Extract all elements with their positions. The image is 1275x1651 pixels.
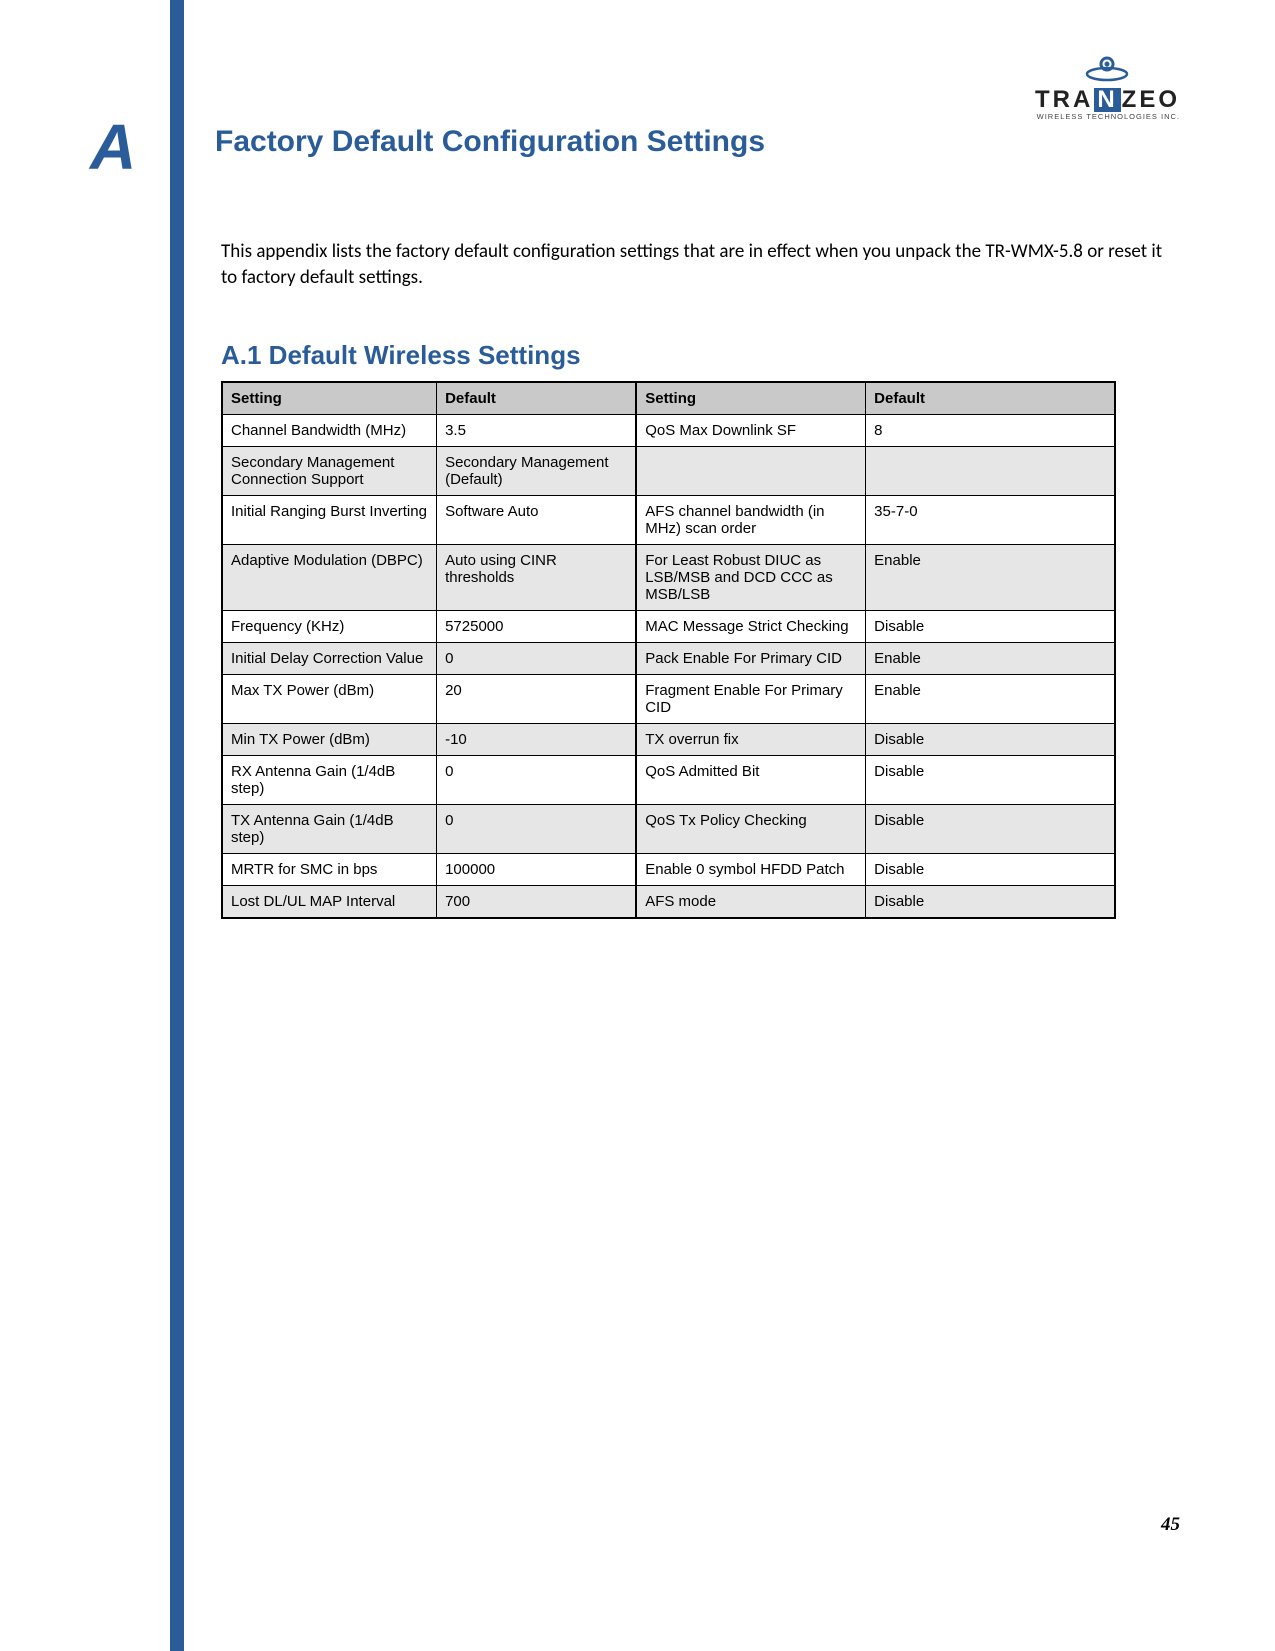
table-cell: Disable bbox=[866, 611, 1115, 643]
table-row: Min TX Power (dBm)-10TX overrun fixDisab… bbox=[222, 724, 1115, 756]
table-cell: Secondary Management Connection Support bbox=[222, 447, 437, 496]
table-row: Lost DL/UL MAP Interval700AFS modeDisabl… bbox=[222, 886, 1115, 919]
table-cell: Enable bbox=[866, 675, 1115, 724]
page-content: Factory Default Configuration Settings T… bbox=[215, 125, 1175, 919]
table-cell: 0 bbox=[437, 756, 637, 805]
brand-logo: TRANZEO WIRELESS TECHNOLOGIES INC. bbox=[1035, 54, 1180, 121]
table-cell: Auto using CINR thresholds bbox=[437, 545, 637, 611]
table-cell: QoS Max Downlink SF bbox=[636, 415, 865, 447]
table-cell: Pack Enable For Primary CID bbox=[636, 643, 865, 675]
table-cell: Secondary Management (Default) bbox=[437, 447, 637, 496]
table-cell: Enable 0 symbol HFDD Patch bbox=[636, 854, 865, 886]
table-header-row: Setting Default Setting Default bbox=[222, 382, 1115, 415]
appendix-letter: A bbox=[90, 110, 136, 184]
table-cell: 3.5 bbox=[437, 415, 637, 447]
table-row: Channel Bandwidth (MHz)3.5QoS Max Downli… bbox=[222, 415, 1115, 447]
table-row: RX Antenna Gain (1/4dB step)0QoS Admitte… bbox=[222, 756, 1115, 805]
table-cell: Disable bbox=[866, 805, 1115, 854]
table-cell: QoS Tx Policy Checking bbox=[636, 805, 865, 854]
table-row: Adaptive Modulation (DBPC)Auto using CIN… bbox=[222, 545, 1115, 611]
table-cell: TX Antenna Gain (1/4dB step) bbox=[222, 805, 437, 854]
table-cell: AFS mode bbox=[636, 886, 865, 919]
col-header-setting-2: Setting bbox=[636, 382, 865, 415]
table-cell: QoS Admitted Bit bbox=[636, 756, 865, 805]
section-heading: A.1 Default Wireless Settings bbox=[215, 340, 1175, 371]
table-row: Initial Ranging Burst InvertingSoftware … bbox=[222, 496, 1115, 545]
table-cell: 20 bbox=[437, 675, 637, 724]
settings-table: Setting Default Setting Default Channel … bbox=[221, 381, 1116, 919]
brand-text-right: ZEO bbox=[1122, 86, 1180, 113]
table-cell: For Least Robust DIUC as LSB/MSB and DCD… bbox=[636, 545, 865, 611]
table-cell: 0 bbox=[437, 643, 637, 675]
table-cell: 0 bbox=[437, 805, 637, 854]
table-cell: 700 bbox=[437, 886, 637, 919]
col-header-default-2: Default bbox=[866, 382, 1115, 415]
table-cell: Min TX Power (dBm) bbox=[222, 724, 437, 756]
page-title: Factory Default Configuration Settings bbox=[215, 125, 1175, 159]
table-cell: Frequency (KHz) bbox=[222, 611, 437, 643]
table-cell: MAC Message Strict Checking bbox=[636, 611, 865, 643]
table-cell: RX Antenna Gain (1/4dB step) bbox=[222, 756, 437, 805]
table-cell: Disable bbox=[866, 724, 1115, 756]
table-cell: Disable bbox=[866, 756, 1115, 805]
table-cell: MRTR for SMC in bps bbox=[222, 854, 437, 886]
brand-wordmark: TRANZEO bbox=[1035, 88, 1180, 112]
table-cell: Channel Bandwidth (MHz) bbox=[222, 415, 437, 447]
table-cell: Enable bbox=[866, 643, 1115, 675]
col-header-setting-1: Setting bbox=[222, 382, 437, 415]
table-cell: Lost DL/UL MAP Interval bbox=[222, 886, 437, 919]
table-cell: Software Auto bbox=[437, 496, 637, 545]
intro-paragraph: This appendix lists the factory default … bbox=[215, 239, 1175, 290]
table-row: TX Antenna Gain (1/4dB step)0QoS Tx Poli… bbox=[222, 805, 1115, 854]
table-cell: Initial Delay Correction Value bbox=[222, 643, 437, 675]
table-row: Max TX Power (dBm)20Fragment Enable For … bbox=[222, 675, 1115, 724]
table-cell: 5725000 bbox=[437, 611, 637, 643]
table-cell bbox=[636, 447, 865, 496]
table-cell: Adaptive Modulation (DBPC) bbox=[222, 545, 437, 611]
table-row: MRTR for SMC in bps100000Enable 0 symbol… bbox=[222, 854, 1115, 886]
table-cell: 8 bbox=[866, 415, 1115, 447]
table-cell: Max TX Power (dBm) bbox=[222, 675, 437, 724]
table-cell: AFS channel bandwidth (in MHz) scan orde… bbox=[636, 496, 865, 545]
table-cell: Initial Ranging Burst Inverting bbox=[222, 496, 437, 545]
vertical-accent-stripe bbox=[170, 0, 184, 1651]
brand-tagline: WIRELESS TECHNOLOGIES INC. bbox=[1035, 112, 1180, 121]
table-row: Secondary Management Connection SupportS… bbox=[222, 447, 1115, 496]
page-number: 45 bbox=[1161, 1514, 1180, 1536]
tranzeo-swirl-icon bbox=[1083, 54, 1131, 84]
col-header-default-1: Default bbox=[437, 382, 637, 415]
table-cell: -10 bbox=[437, 724, 637, 756]
table-cell: Disable bbox=[866, 886, 1115, 919]
brand-text-left: TRA bbox=[1035, 86, 1093, 113]
brand-text-boxed-n: N bbox=[1094, 88, 1120, 112]
table-cell: 100000 bbox=[437, 854, 637, 886]
table-cell bbox=[866, 447, 1115, 496]
table-row: Initial Delay Correction Value0Pack Enab… bbox=[222, 643, 1115, 675]
table-cell: Disable bbox=[866, 854, 1115, 886]
table-cell: 35-7-0 bbox=[866, 496, 1115, 545]
table-cell: Enable bbox=[866, 545, 1115, 611]
table-row: Frequency (KHz)5725000MAC Message Strict… bbox=[222, 611, 1115, 643]
table-cell: Fragment Enable For Primary CID bbox=[636, 675, 865, 724]
table-cell: TX overrun fix bbox=[636, 724, 865, 756]
